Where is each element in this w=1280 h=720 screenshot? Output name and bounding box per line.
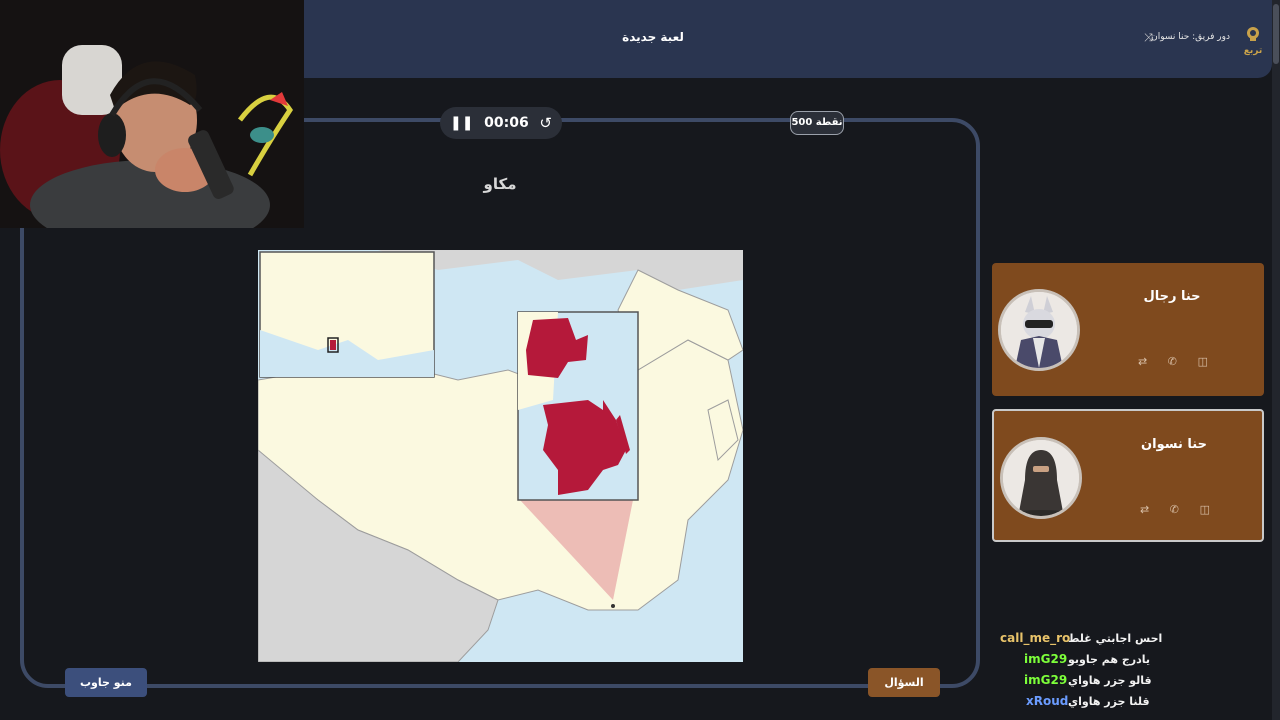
who-answered-button[interactable]: منو جاوب — [65, 668, 147, 697]
question-title: مكاو — [483, 175, 517, 193]
logo[interactable]: تربع — [1240, 26, 1266, 56]
team-card-men: حنا رجال ⇄ ✆ ◫ — [992, 263, 1264, 396]
lamp-logo-icon — [1247, 27, 1259, 41]
scrollbar-thumb[interactable] — [1273, 4, 1279, 64]
team-turn-label: دور فريق: حنا نسوان — [1151, 32, 1230, 42]
question-button[interactable]: السؤال — [868, 668, 940, 697]
webcam-overlay — [0, 0, 304, 228]
woman-avatar-image — [1003, 440, 1079, 516]
logo-text: تربع — [1243, 46, 1263, 56]
scrollbar-track[interactable] — [1272, 0, 1280, 720]
chat-message: xRoud قلنا جزر هاواي — [996, 694, 1150, 715]
swap-icon[interactable]: ⇄ — [1140, 503, 1149, 516]
chat-username: call_me_ro — [1000, 631, 1071, 645]
chat-message: imG29 قالو جزر هاواي — [996, 673, 1152, 694]
team-card-women: حنا نسوان ⇄ ✆ ◫ — [992, 409, 1264, 542]
timer-pill: ❚❚ 00:06 ↺ — [440, 107, 562, 139]
helper-icons: ⇄ ✆ ◫ — [1140, 503, 1210, 516]
chat-text: احس اجابتي غلط — [1068, 632, 1163, 645]
chat-text: قالو جزر هاواي — [1068, 674, 1152, 687]
timer-display: 00:06 — [484, 115, 529, 131]
helper-icons: ⇄ ✆ ◫ — [1138, 355, 1208, 368]
points-badge: 500 نقطة — [790, 111, 844, 135]
avatar — [1000, 437, 1082, 519]
pause-icon[interactable]: ❚❚ — [450, 115, 473, 131]
question-map-image — [257, 250, 744, 663]
avatar — [998, 289, 1080, 371]
team-name: حنا رجال — [1143, 289, 1201, 304]
split-icon[interactable]: ◫ — [1198, 355, 1208, 368]
new-game-button[interactable]: لعبة جديدة — [600, 30, 706, 44]
chat-username: imG29 — [1024, 652, 1068, 666]
chat-username: xRoud — [1026, 694, 1069, 708]
team-name: حنا نسوان — [1141, 437, 1207, 452]
chat-username: imG29 — [1024, 673, 1068, 687]
phone-icon[interactable]: ✆ — [1170, 503, 1179, 516]
macau-locator-map — [257, 250, 744, 663]
chat-text: قلنا جزر هاواي — [1068, 695, 1150, 708]
chat-text: يادرج هم جاوبو — [1068, 653, 1151, 666]
phone-icon[interactable]: ✆ — [1168, 355, 1177, 368]
split-icon[interactable]: ◫ — [1200, 503, 1210, 516]
chat-message: imG29 يادرج هم جاوبو — [996, 652, 1150, 673]
restart-timer-icon[interactable]: ↺ — [539, 114, 552, 132]
chat-message: call_me_ro احس اجابتي غلط — [996, 631, 1162, 652]
stream-chat: call_me_ro احس اجابتي غلط imG29 يادرج هم… — [996, 631, 1162, 715]
swap-icon[interactable]: ⇄ — [1138, 355, 1147, 368]
streamer-webcam-image — [0, 0, 304, 228]
ninja-avatar-image — [1001, 292, 1077, 368]
